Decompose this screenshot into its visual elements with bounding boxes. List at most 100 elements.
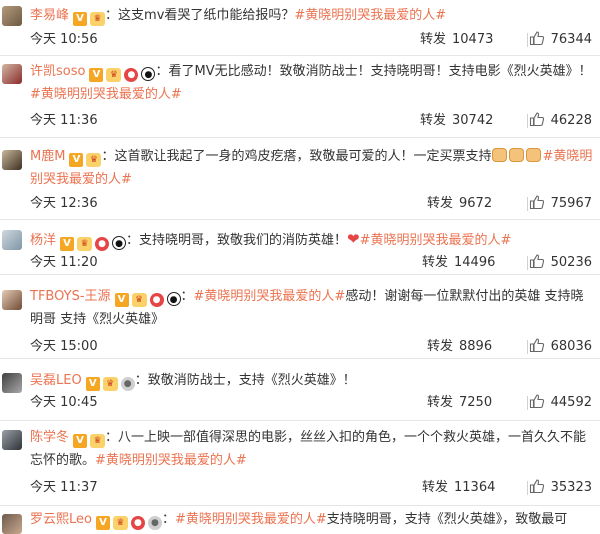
comment-body-after: 支持晓明哥，支持《烈火英雄》，致敬最可 bbox=[326, 512, 568, 527]
thumbs-up-icon bbox=[529, 253, 545, 276]
comment-text: 许凯soso V ♛ ● ● ：看了MV无比感动！致敬消防战士！支持晓明哥！支持电影《烈火… bbox=[30, 60, 594, 106]
comment-item: 吴磊LEO V ♛ ● ：致敬消防战士，支持《烈火英雄》！ 今天 10:45 转发 7250 4… bbox=[0, 359, 600, 421]
comment-text: 罗云熙Leo V ♛ ● ● ：#黄晓明别哭我最爱的人#支持晓明哥，支持《烈火英雄》，致敬… bbox=[30, 508, 594, 531]
username-link[interactable]: 陈学冬 bbox=[30, 430, 69, 445]
repost-label: 转发 bbox=[420, 32, 447, 47]
v-badge-icon: V bbox=[95, 516, 110, 530]
comment-body: 致敬消防战士，支持《烈火英雄》！ bbox=[147, 373, 356, 388]
topic-link[interactable]: #黄晓明别哭我最爱的人# bbox=[95, 453, 247, 468]
avatar[interactable] bbox=[2, 430, 22, 450]
username-link[interactable]: 杨洋 bbox=[30, 233, 56, 248]
comment-item: 陈学冬 V ♛ ：八一上映一部值得深思的电影，丝丝入扣的角色，一个个救火英雄，一首久久… bbox=[0, 421, 600, 506]
repost-button[interactable]: 转发 10473 bbox=[420, 30, 493, 50]
separator: ： bbox=[155, 64, 169, 79]
username-link[interactable]: 李易峰 bbox=[30, 8, 69, 23]
repost-count: 7250 bbox=[459, 395, 493, 410]
like-button[interactable]: 50236 bbox=[529, 253, 592, 276]
like-count: 50236 bbox=[550, 255, 592, 270]
thumbs-up-icon bbox=[529, 194, 545, 217]
red-medal-icon: ● bbox=[95, 237, 110, 251]
repost-button[interactable]: 转发 9672 bbox=[427, 194, 492, 214]
repost-button[interactable]: 转发 30742 bbox=[420, 111, 493, 131]
username-link[interactable]: 吴磊LEO bbox=[30, 373, 82, 388]
comment-body: 这支mv看哭了纸巾能给报吗？ bbox=[118, 8, 295, 23]
crown-badge-icon: ♛ bbox=[90, 434, 106, 448]
like-button[interactable]: 68036 bbox=[529, 337, 592, 360]
comment-meta: 今天 15:00 转发 8896 68036 bbox=[30, 337, 592, 357]
v-badge-icon: V bbox=[114, 293, 129, 307]
like-button[interactable]: 46228 bbox=[529, 111, 592, 134]
grey-medal-icon: ● bbox=[120, 377, 135, 391]
comment-meta: 今天 11:20 转发 14496 50236 bbox=[30, 253, 592, 273]
crown-badge-icon: ♛ bbox=[90, 12, 106, 26]
repost-button[interactable]: 转发 14496 bbox=[422, 253, 495, 273]
panda-icon: ● bbox=[166, 292, 181, 306]
repost-label: 转发 bbox=[422, 255, 449, 270]
username-link[interactable]: 许凯soso bbox=[30, 64, 85, 79]
red-medal-icon: ● bbox=[130, 516, 145, 530]
v-badge-icon: V bbox=[85, 377, 100, 391]
thumbs-up-icon bbox=[529, 393, 545, 416]
avatar[interactable] bbox=[2, 64, 22, 84]
comment-text: 李易峰 V ♛ ：这支mv看哭了纸巾能给报吗？#黄晓明别哭我最爱的人# bbox=[30, 4, 594, 27]
repost-label: 转发 bbox=[427, 196, 454, 211]
comment-item: M鹿M V ♛ ：这首歌让我起了一身的鸡皮疙瘩，致敬最可爱的人！一定买票支持 #黄晓明别… bbox=[0, 138, 600, 220]
comment-item: TFBOYS-王源 V ♛ ● ● ：#黄晓明别哭我最爱的人#感动！谢谢每一位默默付出的英… bbox=[0, 275, 600, 359]
like-button[interactable]: 44592 bbox=[529, 393, 592, 416]
like-button[interactable]: 75967 bbox=[529, 194, 592, 217]
avatar[interactable] bbox=[2, 514, 22, 534]
thumbs-up-icon bbox=[529, 30, 545, 53]
crown-badge-icon: ♛ bbox=[102, 377, 118, 391]
crown-badge-icon: ♛ bbox=[77, 237, 93, 251]
heart-emoji-icon: ❤ bbox=[347, 230, 360, 248]
v-badge-icon: V bbox=[73, 12, 88, 26]
like-count: 76344 bbox=[550, 32, 592, 47]
fist-emoji-icon bbox=[509, 148, 525, 162]
comment-feed: 李易峰 V ♛ ：这支mv看哭了纸巾能给报吗？#黄晓明别哭我最爱的人# 今天 10:56… bbox=[0, 0, 600, 534]
username-link[interactable]: TFBOYS-王源 bbox=[30, 289, 111, 304]
red-medal-icon: ● bbox=[124, 68, 139, 82]
timestamp: 今天 15:00 bbox=[30, 339, 98, 354]
separator: ： bbox=[105, 8, 119, 23]
topic-link[interactable]: #黄晓明别哭我最爱的人# bbox=[294, 8, 446, 23]
like-count: 35323 bbox=[550, 480, 592, 495]
comment-item: 罗云熙Leo V ♛ ● ● ：#黄晓明别哭我最爱的人#支持晓明哥，支持《烈火英雄》，致敬… bbox=[0, 506, 600, 534]
like-button[interactable]: 76344 bbox=[529, 30, 592, 53]
comment-meta: 今天 11:36 转发 30742 46228 bbox=[30, 111, 592, 131]
separator: ： bbox=[180, 289, 194, 304]
repost-button[interactable]: 转发 8896 bbox=[427, 337, 492, 357]
avatar[interactable] bbox=[2, 6, 22, 26]
comment-item: 杨洋 V ♛ ● ● ：支持晓明哥，致敬我们的消防英雄！❤#黄晓明别哭我最爱的人# 今天 1… bbox=[0, 220, 600, 275]
like-count: 44592 bbox=[550, 395, 592, 410]
topic-link[interactable]: #黄晓明别哭我最爱的人# bbox=[30, 87, 182, 102]
username-link[interactable]: M鹿M bbox=[30, 149, 65, 164]
topic-link[interactable]: #黄晓明别哭我最爱的人# bbox=[360, 233, 512, 248]
timestamp: 今天 11:37 bbox=[30, 480, 98, 495]
panda-icon: ● bbox=[141, 67, 156, 81]
repost-label: 转发 bbox=[422, 480, 449, 495]
repost-button[interactable]: 转发 7250 bbox=[427, 393, 492, 413]
grey-medal-icon: ● bbox=[147, 516, 162, 530]
repost-count: 14496 bbox=[454, 255, 496, 270]
crown-badge-icon: ♛ bbox=[112, 516, 128, 530]
timestamp: 今天 10:56 bbox=[30, 32, 98, 47]
avatar[interactable] bbox=[2, 230, 22, 250]
repost-button[interactable]: 转发 11364 bbox=[422, 478, 495, 498]
v-badge-icon: V bbox=[69, 153, 84, 167]
topic-link[interactable]: #黄晓明别哭我最爱的人# bbox=[194, 289, 346, 304]
avatar[interactable] bbox=[2, 373, 22, 393]
topic-link[interactable]: #黄晓明别哭我最爱的人# bbox=[175, 512, 327, 527]
fist-emoji-icon bbox=[492, 148, 508, 162]
avatar[interactable] bbox=[2, 290, 22, 310]
repost-label: 转发 bbox=[427, 395, 454, 410]
thumbs-up-icon bbox=[529, 337, 545, 360]
comment-body: 这首歌让我起了一身的鸡皮疙瘩，致敬最可爱的人！一定买票支持 bbox=[114, 149, 492, 164]
repost-count: 10473 bbox=[452, 32, 494, 47]
like-button[interactable]: 35323 bbox=[529, 478, 592, 501]
comment-meta: 今天 10:45 转发 7250 44592 bbox=[30, 393, 592, 413]
username-link[interactable]: 罗云熙Leo bbox=[30, 512, 92, 527]
repost-label: 转发 bbox=[420, 113, 447, 128]
avatar[interactable] bbox=[2, 150, 22, 170]
comment-text: M鹿M V ♛ ：这首歌让我起了一身的鸡皮疙瘩，致敬最可爱的人！一定买票支持 #黄晓明别… bbox=[30, 145, 594, 191]
comment-meta: 今天 10:56 转发 10473 76344 bbox=[30, 30, 592, 50]
